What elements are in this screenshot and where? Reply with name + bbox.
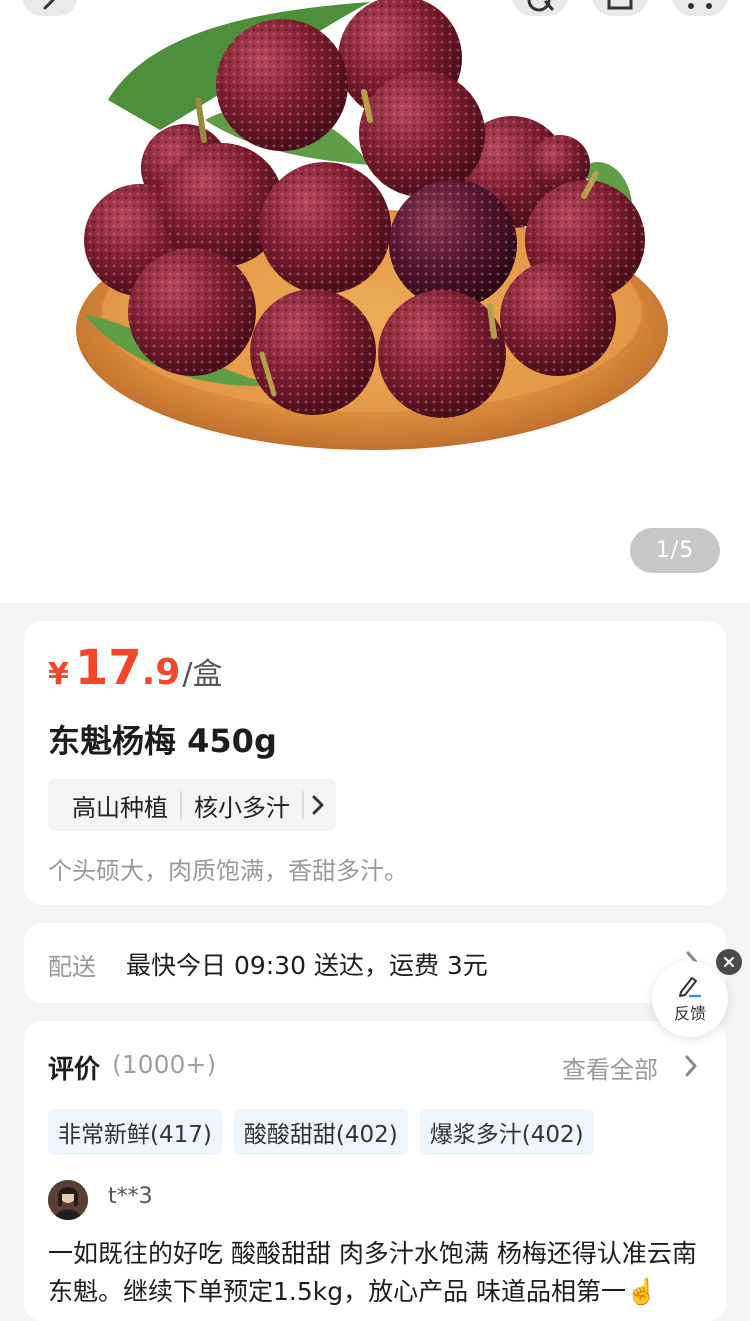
search-icon bbox=[527, 0, 554, 12]
reviewer-name: t**3 bbox=[108, 1184, 153, 1209]
review-chip[interactable]: 爆浆多汁(402) bbox=[419, 1109, 594, 1155]
feedback-close-button[interactable] bbox=[716, 949, 742, 975]
shipping-card[interactable]: 配送 最快今日 09:30 送达，运费 3元 bbox=[24, 923, 726, 1003]
shipping-text: 最快今日 09:30 送达，运费 3元 bbox=[126, 951, 488, 980]
price-integer: 17 bbox=[74, 640, 142, 696]
share-icon bbox=[607, 0, 633, 10]
review-chip[interactable]: 非常新鲜(417) bbox=[48, 1109, 222, 1155]
reviews-count: (1000+) bbox=[112, 1050, 217, 1079]
see-all-reviews-link[interactable]: 查看全部 bbox=[562, 1050, 658, 1085]
product-gallery[interactable]: 1/5 bbox=[0, 0, 750, 603]
more-icon bbox=[688, 3, 712, 9]
product-tags[interactable]: 高山种植 核小多汁 bbox=[48, 779, 336, 831]
tag-item: 高山种植 bbox=[72, 793, 168, 822]
price: ¥ 17 .9 /盒 bbox=[48, 640, 223, 696]
chevron-right-icon[interactable] bbox=[684, 1055, 698, 1077]
reviews-title: 评价 bbox=[48, 1055, 101, 1085]
price-unit: /盒 bbox=[182, 657, 223, 692]
reviews-card: 评价 (1000+) 查看全部 非常新鲜(417) 酸酸甜甜(402) 爆浆多汁… bbox=[24, 1021, 726, 1321]
edit-icon bbox=[679, 977, 702, 998]
back-icon bbox=[43, 0, 55, 10]
shipping-label: 配送 bbox=[48, 953, 96, 981]
tag-divider bbox=[302, 791, 304, 819]
feedback-button[interactable]: 反馈 bbox=[652, 961, 728, 1037]
close-icon bbox=[723, 956, 735, 968]
feedback-label: 反馈 bbox=[673, 1004, 706, 1023]
chevron-right-icon bbox=[312, 795, 324, 815]
review-text: 一如既往的好吃 酸酸甜甜 肉多汁水饱满 杨梅还得认准云南东魁。继续下单预定1.5… bbox=[48, 1239, 697, 1306]
avatar bbox=[48, 1180, 88, 1220]
review-chip[interactable]: 酸酸甜甜(402) bbox=[233, 1109, 408, 1155]
review-tag-chips: 非常新鲜(417) 酸酸甜甜(402) 爆浆多汁(402) bbox=[48, 1109, 594, 1155]
gallery-counter: 1/5 bbox=[630, 528, 720, 573]
product-description: 个头硕大，肉质饱满，香甜多汁。 bbox=[48, 857, 408, 885]
product-title: 东魁杨梅 450g bbox=[48, 722, 277, 760]
price-decimal: .9 bbox=[141, 652, 181, 693]
currency-symbol: ¥ bbox=[48, 657, 69, 692]
product-image bbox=[76, 0, 668, 450]
tag-item: 核小多汁 bbox=[194, 793, 290, 822]
